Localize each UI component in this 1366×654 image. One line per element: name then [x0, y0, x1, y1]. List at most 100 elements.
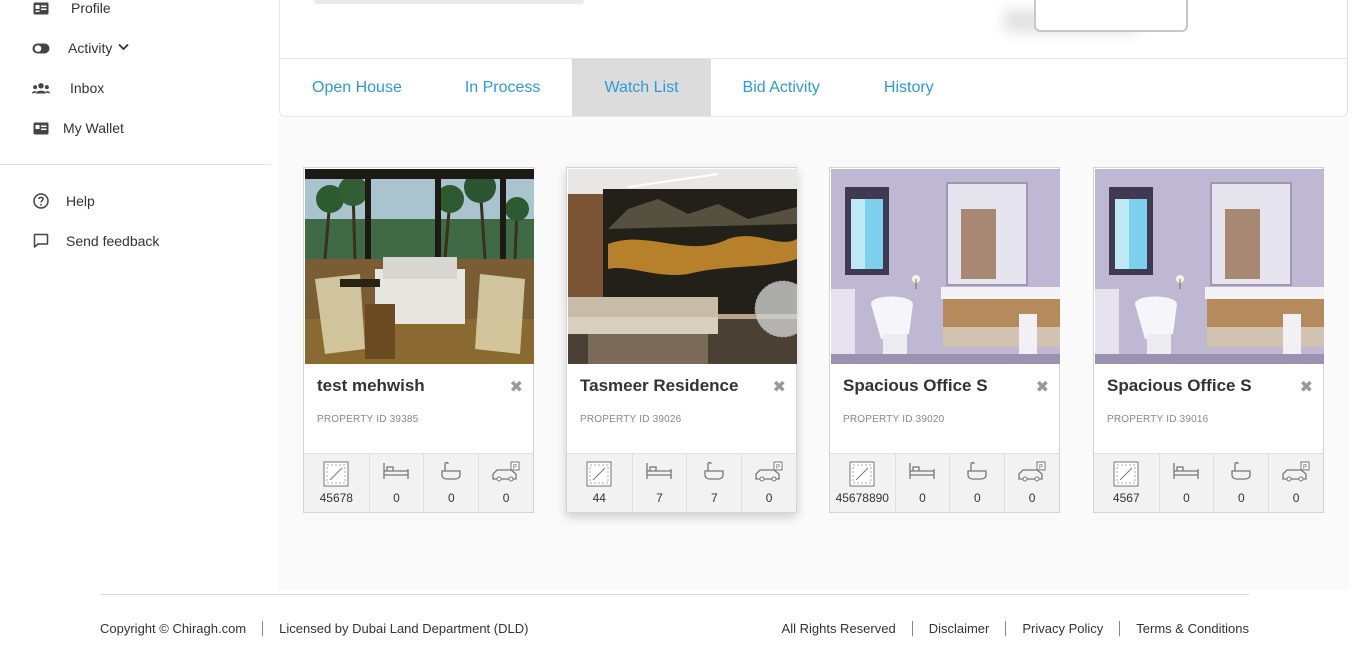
area-icon: [586, 461, 612, 487]
bed-icon: [1173, 463, 1200, 479]
stat-bedrooms: 0: [370, 454, 425, 512]
help-circle-icon: [32, 193, 50, 209]
property-card[interactable]: test mehwish ✖ PROPERTY ID 39385 45678 0…: [303, 167, 534, 513]
property-card[interactable]: Spacious Office S ✖ PROPERTY ID 39016 45…: [1093, 167, 1324, 513]
area-value: 45678: [319, 491, 353, 505]
wallet-icon: [32, 120, 50, 136]
area-icon: [849, 461, 875, 487]
sidebar-item-label: Help: [66, 193, 95, 209]
feedback-icon: [32, 233, 50, 249]
parking-value: 0: [1292, 491, 1300, 505]
footer-divider: [100, 594, 1249, 595]
privacy-policy-link[interactable]: Privacy Policy: [1022, 621, 1103, 636]
sidebar-item-profile[interactable]: Profile: [32, 0, 111, 16]
remove-icon[interactable]: ✖: [773, 377, 786, 397]
bathtub-icon: [441, 461, 461, 480]
property-stats: 4567 0 0 P 0: [1094, 453, 1323, 512]
page: Profile Activity Inbox My Wallet Help Se…: [0, 0, 1366, 654]
tab-bar: Open House In Process Watch List Bid Act…: [279, 59, 1348, 117]
stat-bathrooms: 7: [687, 454, 743, 512]
property-title[interactable]: test mehwish: [317, 376, 425, 396]
parking-value: 0: [502, 491, 510, 505]
tab-label: In Process: [464, 78, 541, 96]
tab-watch-list[interactable]: Watch List: [572, 59, 711, 116]
svg-text:P: P: [1039, 463, 1043, 471]
bed-icon: [909, 463, 936, 479]
stat-parking: P 0: [479, 454, 533, 512]
sidebar-item-help[interactable]: Help: [32, 193, 95, 209]
property-id: PROPERTY ID 39016: [1107, 414, 1209, 425]
bathtub-icon: [1231, 461, 1251, 480]
stat-area: 4567: [1094, 454, 1160, 512]
stat-bedrooms: 0: [1160, 454, 1215, 512]
tab-in-process[interactable]: In Process: [434, 59, 573, 116]
property-stats: 45678890 0 0 P 0: [830, 453, 1059, 512]
header-action-button[interactable]: [1034, 0, 1188, 32]
property-photo[interactable]: [831, 169, 1060, 364]
sidebar-item-label: Activity: [68, 40, 113, 56]
area-value: 45678890: [835, 491, 889, 505]
tab-bid-activity[interactable]: Bid Activity: [711, 59, 852, 116]
sidebar-item-send-feedback[interactable]: Send feedback: [32, 233, 159, 249]
tab-open-house[interactable]: Open House: [280, 59, 434, 116]
property-title[interactable]: Spacious Office S: [1107, 376, 1252, 396]
property-id: PROPERTY ID 39385: [317, 414, 419, 425]
car-parking-icon: P: [1018, 461, 1046, 482]
stat-area: 45678890: [830, 454, 896, 512]
area-icon: [323, 461, 349, 487]
footer-separator: [262, 621, 264, 636]
stat-parking: P 0: [1005, 454, 1059, 512]
stat-bedrooms: 0: [896, 454, 951, 512]
property-photo[interactable]: [1095, 169, 1324, 364]
profile-header-panel: [279, 0, 1348, 59]
bathtub-icon: [967, 461, 987, 480]
tab-label: Watch List: [604, 78, 679, 96]
remove-icon[interactable]: ✖: [1300, 377, 1313, 397]
property-id: PROPERTY ID 39026: [580, 414, 682, 425]
area-value: 44: [592, 491, 606, 505]
stat-bathrooms: 0: [424, 454, 480, 512]
parking-value: 0: [1028, 491, 1036, 505]
sidebar-item-label: My Wallet: [63, 120, 124, 136]
sidebar-item-inbox[interactable]: Inbox: [32, 80, 104, 96]
sidebar-item-activity[interactable]: Activity: [32, 40, 129, 56]
remove-icon[interactable]: ✖: [510, 377, 523, 397]
property-card[interactable]: Tasmeer Residence ✖ PROPERTY ID 39026 44…: [566, 167, 797, 513]
stat-bathrooms: 0: [950, 454, 1006, 512]
parking-value: 0: [765, 491, 773, 505]
tab-history[interactable]: History: [852, 59, 966, 116]
bed-icon: [383, 463, 410, 479]
bedrooms-value: 7: [656, 491, 663, 505]
car-parking-icon: P: [755, 461, 783, 482]
property-photo[interactable]: [305, 169, 534, 364]
property-title[interactable]: Spacious Office S: [843, 376, 988, 396]
sidebar-item-my-wallet[interactable]: My Wallet: [32, 120, 124, 136]
bedrooms-value: 0: [393, 491, 400, 505]
users-icon: [32, 80, 50, 96]
svg-text:P: P: [776, 463, 780, 471]
sidebar: Profile Activity Inbox My Wallet Help Se…: [0, 0, 278, 590]
header-text-fragment: [314, 0, 584, 4]
sidebar-item-label: Inbox: [70, 80, 105, 96]
bedrooms-value: 0: [1183, 491, 1190, 505]
terms-link[interactable]: Terms & Conditions: [1136, 621, 1249, 636]
stat-parking: P 0: [742, 454, 796, 512]
tab-label: Open House: [312, 78, 402, 96]
area-icon: [1113, 461, 1139, 487]
car-parking-icon: P: [1282, 461, 1310, 482]
svg-text:P: P: [1303, 463, 1307, 471]
property-id: PROPERTY ID 39020: [843, 414, 945, 425]
property-stats: 44 7 7 P 0: [567, 453, 796, 512]
property-stats: 45678 0 0 P 0: [304, 453, 533, 512]
property-title[interactable]: Tasmeer Residence: [580, 376, 738, 396]
property-photo[interactable]: [568, 169, 797, 364]
bathrooms-value: 0: [447, 491, 455, 505]
sidebar-item-label: Profile: [71, 0, 111, 16]
remove-icon[interactable]: ✖: [1036, 377, 1049, 397]
rights-text: All Rights Reserved: [781, 621, 896, 636]
property-card[interactable]: Spacious Office S ✖ PROPERTY ID 39020 45…: [829, 167, 1060, 513]
stat-bathrooms: 0: [1214, 454, 1270, 512]
bedrooms-value: 0: [919, 491, 926, 505]
disclaimer-link[interactable]: Disclaimer: [929, 621, 990, 636]
svg-text:P: P: [513, 463, 517, 471]
